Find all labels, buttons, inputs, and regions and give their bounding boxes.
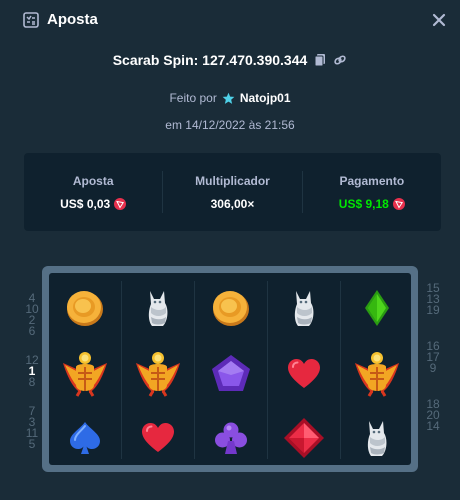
- made-by-prefix: Feito por: [169, 91, 217, 105]
- trx-coin-icon: [392, 197, 405, 210]
- payline-group: 7 3 11 5: [22, 405, 42, 451]
- heart-symbol: [128, 410, 188, 466]
- spin-id-label: Scarab Spin: 127.470.390.344: [112, 52, 308, 68]
- cat-icon: [294, 291, 314, 326]
- payline-number: 5: [28, 437, 36, 451]
- cat-icon: [148, 291, 168, 326]
- spade-icon: [70, 422, 100, 454]
- gem-symbol: [201, 346, 261, 402]
- bet-stat: Aposta US$ 0,03: [24, 153, 162, 231]
- payline-number: 19: [426, 303, 440, 317]
- multiplier-stat: Multiplicador 306,00×: [163, 153, 301, 231]
- payline-number: 8: [28, 375, 36, 389]
- ruby-symbol: [274, 410, 334, 466]
- bet-label: Aposta: [72, 173, 114, 188]
- coin-symbol: [55, 280, 115, 336]
- payline-numbers-right: 15 13 19 16 17 9 18 20 14: [423, 282, 443, 433]
- close-icon[interactable]: [431, 12, 447, 28]
- coin-symbol: [201, 280, 261, 336]
- reel-divider: [267, 281, 268, 459]
- payline-group: 15 13 19: [423, 282, 443, 317]
- made-by-row: Feito por Natojp01: [0, 91, 460, 105]
- cat-symbol: [347, 410, 407, 466]
- reel-divider: [340, 281, 341, 459]
- diamond-icon: [365, 290, 389, 326]
- vip-star-icon: [222, 92, 235, 104]
- modal-title: Aposta: [47, 11, 98, 28]
- scarab-symbol: [55, 346, 115, 402]
- ruby-icon: [284, 418, 324, 458]
- modal-header: Aposta: [0, 0, 460, 40]
- heart-icon: [288, 359, 320, 388]
- bet-date: em 14/12/2022 às 21:56: [165, 118, 295, 132]
- trx-coin-icon: [114, 197, 127, 210]
- scarab-icon: [63, 352, 107, 397]
- bet-slip-icon: [23, 12, 39, 28]
- link-icon[interactable]: [333, 53, 347, 67]
- scarab-symbol: [128, 346, 188, 402]
- club-icon: [215, 422, 247, 454]
- heart-icon: [142, 423, 174, 452]
- payout-value: US$ 9,18: [338, 196, 389, 211]
- bet-stats-panel: Aposta US$ 0,03 Multiplicador 306,00× Pa…: [24, 153, 441, 231]
- payline-group: 4 10 2 6: [22, 292, 42, 338]
- coin-icon: [213, 291, 249, 326]
- bet-value: US$ 0,03: [60, 196, 111, 211]
- spin-id-row: Scarab Spin: 127.470.390.344: [0, 52, 460, 68]
- scarab-symbol: [347, 346, 407, 402]
- payline-group: 18 20 14: [423, 398, 443, 433]
- diamond-symbol: [347, 280, 407, 336]
- coin-icon: [67, 291, 103, 326]
- bet-value-row: US$ 0,03: [60, 196, 127, 211]
- heart-symbol: [274, 346, 334, 402]
- spade-symbol: [55, 410, 115, 466]
- cat-symbol: [274, 280, 334, 336]
- payline-group: 16 17 9: [423, 340, 443, 375]
- payline-numbers-left: 4 10 2 6 12 1 8 7 3 11 5: [22, 292, 42, 451]
- scarab-icon: [355, 352, 399, 397]
- gem-icon: [212, 355, 250, 391]
- reel-divider: [121, 281, 122, 459]
- payout-stat: Pagamento US$ 9,18: [303, 153, 441, 231]
- multiplier-value: 306,00×: [210, 196, 255, 211]
- payline-group: 12 1 8: [22, 354, 42, 389]
- username-link[interactable]: Natojp01: [240, 91, 291, 105]
- scarab-icon: [136, 352, 180, 397]
- club-symbol: [201, 410, 261, 466]
- copy-icon[interactable]: [313, 53, 327, 67]
- payline-number: 14: [426, 419, 440, 433]
- cat-icon: [367, 421, 387, 456]
- cat-symbol: [128, 280, 188, 336]
- payline-number: 9: [429, 361, 437, 375]
- payout-value-row: US$ 9,18: [339, 197, 405, 211]
- reel-divider: [194, 281, 195, 459]
- multiplier-label: Multiplicador: [195, 173, 270, 188]
- payline-number: 6: [28, 324, 36, 338]
- payout-label: Pagamento: [339, 173, 405, 188]
